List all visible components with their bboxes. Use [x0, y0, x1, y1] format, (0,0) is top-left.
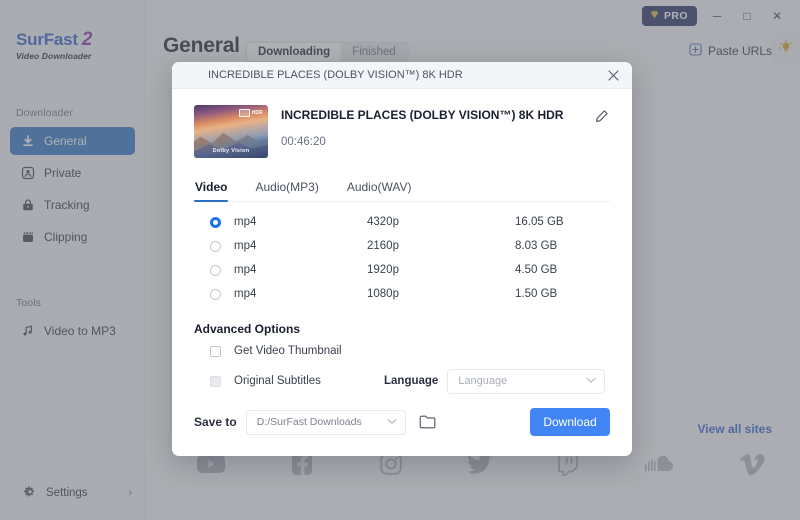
quality-size: 1.50 GB	[515, 288, 558, 300]
dialog-footer: Save to D:/SurFast Downloads Download	[172, 388, 632, 456]
app-window: SurFast2 Video Downloader Downloader Gen…	[0, 0, 800, 520]
pencil-icon[interactable]	[592, 107, 610, 125]
save-to-label: Save to	[194, 415, 237, 429]
quality-resolution: 1920p	[367, 264, 399, 276]
get-thumbnail-checkbox[interactable]	[210, 345, 221, 357]
save-path-select[interactable]: D:/SurFast Downloads	[245, 409, 406, 435]
quality-resolution: 2160p	[367, 240, 399, 252]
download-options-dialog: INCREDIBLE PLACES (DOLBY VISION™) 8K HDR…	[172, 62, 632, 456]
video-summary: HDR Dolby Vision INCREDIBLE PLACES (DOLB…	[194, 105, 610, 158]
format-tabs: Video Audio(MP3) Audio(WAV)	[194, 180, 610, 202]
hdr-badge: HDR	[238, 109, 263, 117]
quality-format: mp4	[234, 216, 257, 228]
language-select-value: Language	[458, 375, 508, 387]
chevron-down-icon	[387, 417, 397, 427]
dialog-title: INCREDIBLE PLACES (DOLBY VISION™) 8K HDR	[208, 69, 463, 81]
original-subtitles-checkbox[interactable]	[210, 375, 221, 387]
chevron-down-icon	[586, 376, 596, 386]
dolby-vision-logo: Dolby Vision	[212, 148, 250, 154]
quality-size: 16.05 GB	[515, 216, 564, 228]
quality-row[interactable]: mp4 1920p 4.50 GB	[194, 258, 610, 282]
quality-size: 4.50 GB	[515, 264, 558, 276]
tab-audio-wav[interactable]: Audio(WAV)	[346, 180, 413, 201]
close-icon[interactable]	[604, 66, 622, 84]
quality-list: mp4 4320p 16.05 GB mp4 2160p 8.03 GB mp4…	[194, 210, 610, 306]
quality-resolution: 4320p	[367, 216, 399, 228]
get-thumbnail-row[interactable]: Get Video Thumbnail	[194, 336, 610, 366]
tab-audio-mp3[interactable]: Audio(MP3)	[254, 180, 319, 201]
hdr-badge-label: HDR	[251, 110, 263, 116]
dialog-body: HDR Dolby Vision INCREDIBLE PLACES (DOLB…	[172, 89, 632, 396]
quality-format: mp4	[234, 288, 257, 300]
folder-icon[interactable]	[417, 411, 439, 433]
quality-format: mp4	[234, 264, 257, 276]
original-subtitles-label: Original Subtitles	[234, 375, 321, 387]
quality-radio[interactable]	[210, 288, 221, 300]
video-thumbnail: HDR Dolby Vision	[194, 105, 268, 158]
quality-radio[interactable]	[210, 240, 221, 252]
quality-radio[interactable]	[210, 216, 221, 228]
video-duration: 00:46:20	[281, 136, 326, 148]
tab-video[interactable]: Video	[194, 180, 229, 202]
video-title: INCREDIBLE PLACES (DOLBY VISION™) 8K HDR	[281, 108, 564, 122]
language-label: Language	[384, 375, 439, 387]
quality-row[interactable]: mp4 2160p 8.03 GB	[194, 234, 610, 258]
quality-format: mp4	[234, 240, 257, 252]
save-path-value: D:/SurFast Downloads	[256, 416, 362, 428]
get-thumbnail-label: Get Video Thumbnail	[234, 345, 342, 357]
advanced-options-title: Advanced Options	[194, 322, 301, 336]
quality-radio[interactable]	[210, 264, 221, 276]
quality-resolution: 1080p	[367, 288, 399, 300]
download-button[interactable]: Download	[530, 408, 610, 436]
video-meta: INCREDIBLE PLACES (DOLBY VISION™) 8K HDR…	[281, 105, 610, 148]
quality-row[interactable]: mp4 1080p 1.50 GB	[194, 282, 610, 306]
quality-size: 8.03 GB	[515, 240, 558, 252]
dialog-header: INCREDIBLE PLACES (DOLBY VISION™) 8K HDR	[172, 62, 632, 89]
quality-row[interactable]: mp4 4320p 16.05 GB	[194, 210, 610, 234]
